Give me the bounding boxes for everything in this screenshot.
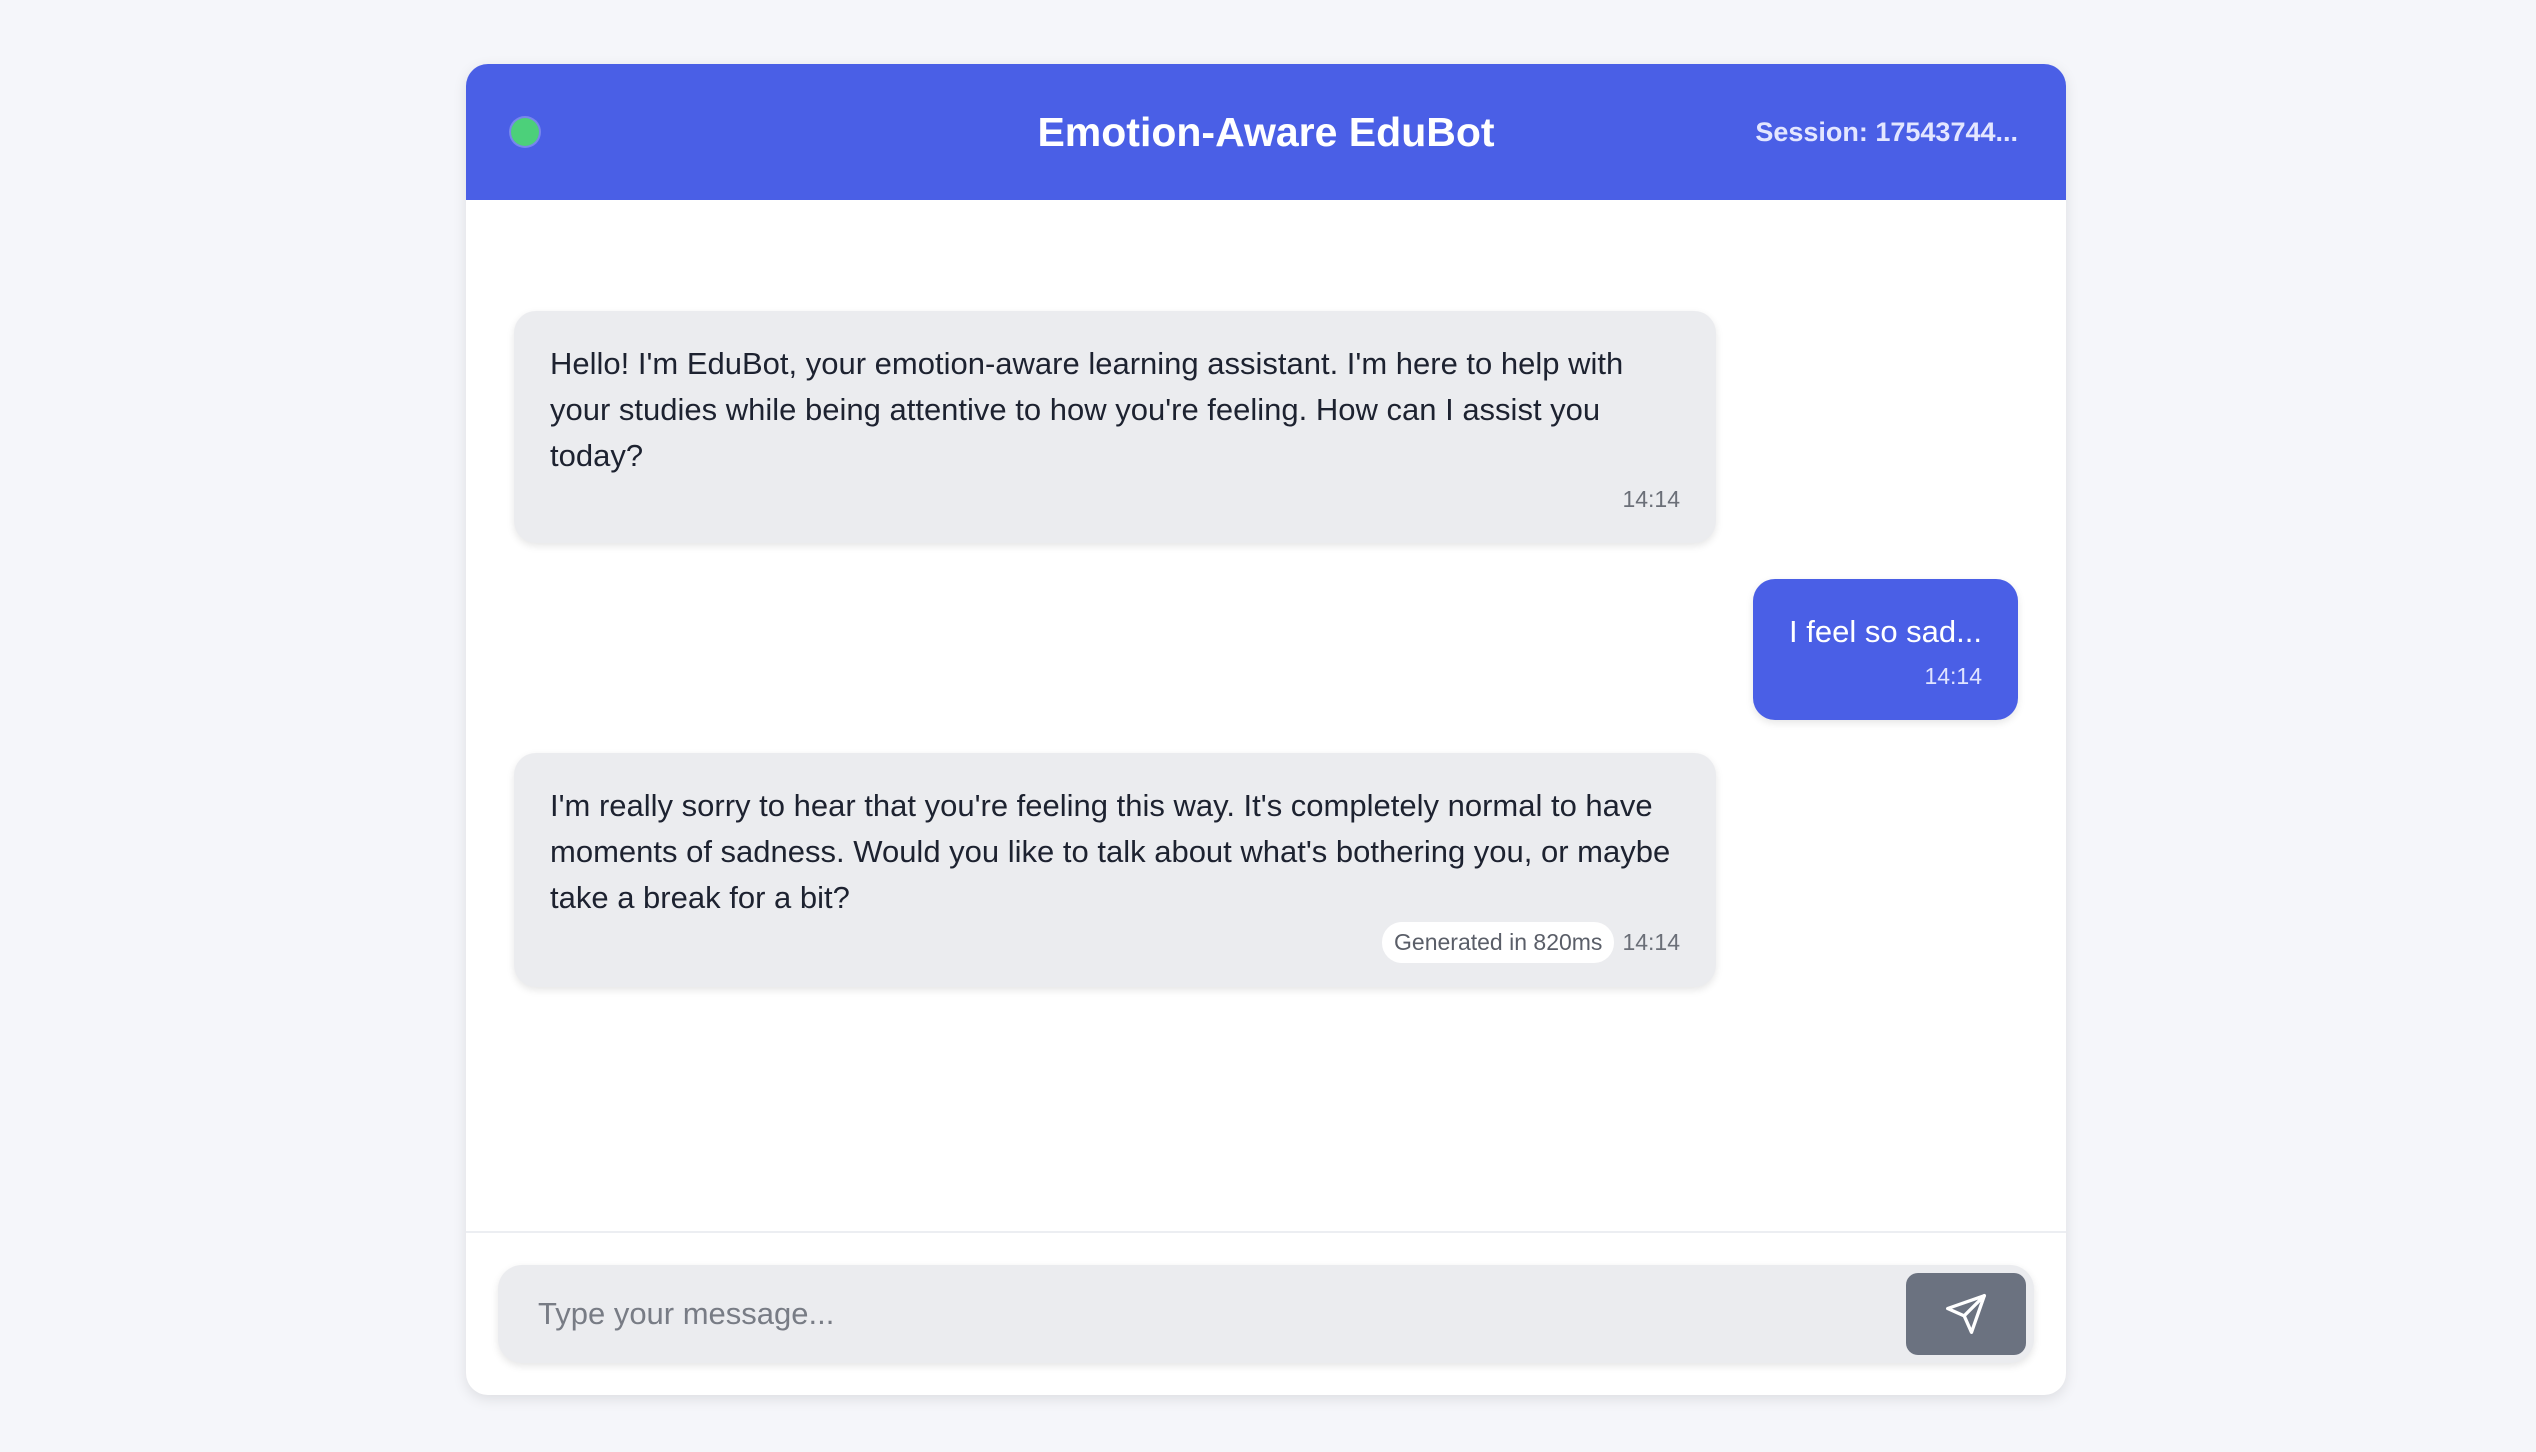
generation-time-badge: Generated in 820ms: [1382, 922, 1615, 963]
user-message: I feel so sad... 14:14: [1753, 579, 2018, 720]
message-meta: Generated in 820ms 14:14: [1382, 922, 1680, 963]
send-button[interactable]: [1906, 1273, 2026, 1355]
message-list[interactable]: Hello! I'm EduBot, your emotion-aware le…: [466, 200, 2066, 1295]
bot-message: I'm really sorry to hear that you're fee…: [514, 753, 1716, 987]
message-input[interactable]: [498, 1265, 1898, 1363]
message-text: I feel so sad...: [1789, 614, 1982, 649]
message-timestamp: 14:14: [1622, 486, 1680, 512]
message-text: I'm really sorry to hear that you're fee…: [550, 788, 1671, 915]
message-meta: 14:14: [1622, 486, 1680, 513]
send-icon: [1946, 1294, 1986, 1334]
message-text: Hello! I'm EduBot, your emotion-aware le…: [550, 346, 1624, 473]
message-timestamp: 14:14: [1622, 929, 1680, 955]
composer-divider: [466, 1231, 2066, 1233]
message-timestamp: 14:14: [1924, 663, 1982, 689]
chat-window: Emotion-Aware EduBot Session: 17543744..…: [466, 64, 2066, 1395]
message-composer: [498, 1265, 2034, 1363]
chat-header: Emotion-Aware EduBot Session: 17543744..…: [466, 64, 2066, 200]
bot-message: Hello! I'm EduBot, your emotion-aware le…: [514, 311, 1716, 543]
session-id-label: Session: 17543744...: [1755, 117, 2018, 147]
message-meta: 14:14: [1924, 663, 1982, 690]
